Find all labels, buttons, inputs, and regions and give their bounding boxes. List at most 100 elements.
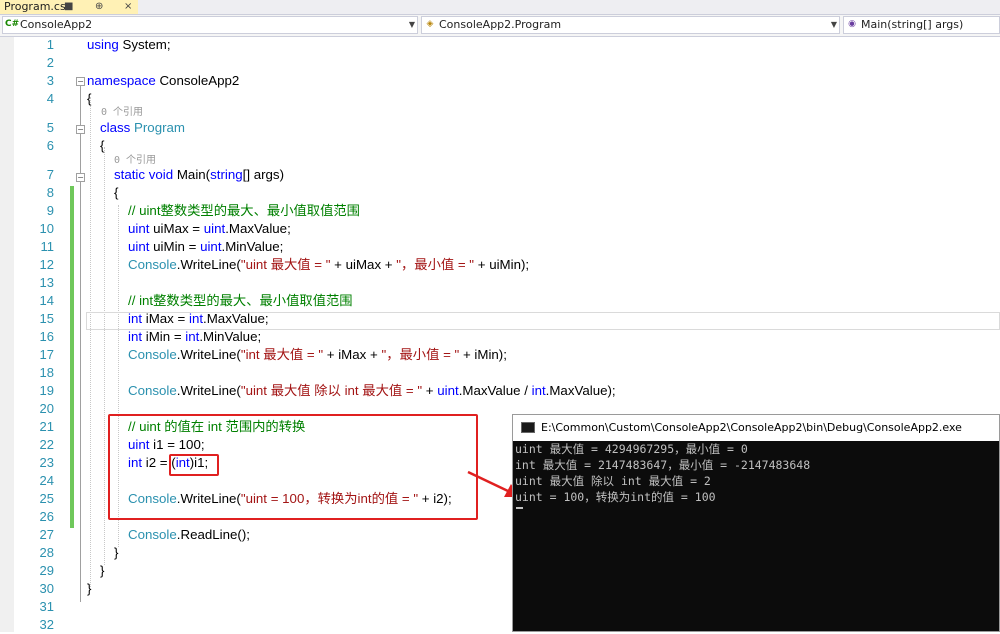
outline-line bbox=[80, 86, 81, 125]
code-token: uint bbox=[200, 239, 222, 254]
collapse-namespace-toggle[interactable]: − bbox=[76, 77, 85, 86]
code-token: ConsoleApp2 bbox=[155, 73, 240, 88]
code-line: // uint整数类型的最大、最小值取值范围 bbox=[128, 202, 360, 220]
line-number: 19 bbox=[39, 383, 54, 398]
code-token: + iMax + bbox=[323, 347, 382, 362]
code-line: int iMin = int.MinValue; bbox=[128, 328, 261, 346]
code-token: + iMin); bbox=[459, 347, 507, 362]
line-number: 25 bbox=[39, 491, 54, 506]
code-line: } bbox=[114, 544, 118, 562]
class-icon: ◈ bbox=[426, 19, 434, 29]
code-token: class bbox=[100, 120, 131, 135]
line-number: 30 bbox=[39, 581, 54, 596]
code-token: .MaxValue); bbox=[545, 383, 616, 398]
code-token: uint bbox=[128, 239, 150, 254]
save-state-icon: ■ bbox=[64, 1, 74, 12]
code-token: // uint整数类型的最大、最小值取值范围 bbox=[128, 203, 360, 218]
code-token: int bbox=[188, 311, 204, 326]
member-dropdown[interactable]: ◉ Main(string[] args) bbox=[843, 16, 1000, 34]
collapse-method-toggle[interactable]: − bbox=[76, 173, 85, 182]
code-token: uint bbox=[437, 383, 459, 398]
line-number: 20 bbox=[39, 401, 54, 416]
console-title-bar[interactable]: E:\Common\Custom\ConsoleApp2\ConsoleApp2… bbox=[513, 415, 999, 441]
console-output[interactable]: uint 最大值 = 4294967295，最小值 = 0 int 最大值 = … bbox=[513, 441, 999, 631]
line-number: 9 bbox=[46, 203, 54, 218]
code-line: { bbox=[87, 90, 91, 108]
line-number: 10 bbox=[39, 221, 54, 236]
codelens-references[interactable]: 0 个引用 bbox=[101, 107, 143, 119]
line-number: 8 bbox=[46, 185, 54, 200]
code-token: } bbox=[87, 581, 92, 596]
pin-icon[interactable]: ⊕ bbox=[95, 0, 103, 14]
method-icon: ◉ bbox=[848, 19, 856, 29]
console-line: int 最大值 = 2147483647，最小值 = -2147483648 bbox=[515, 458, 811, 472]
code-line: namespace ConsoleApp2 bbox=[87, 72, 239, 90]
code-line: { bbox=[100, 137, 104, 155]
outline-line bbox=[80, 182, 81, 602]
tab-title: Program.cs bbox=[4, 0, 66, 13]
code-token: .MaxValue; bbox=[225, 221, 291, 236]
line-number: 3 bbox=[46, 73, 54, 88]
line-number: 7 bbox=[46, 167, 54, 182]
code-token: Console bbox=[128, 527, 177, 542]
code-line: Console.WriteLine("uint 最大值 = " + uiMax … bbox=[128, 256, 529, 274]
indicator-margin bbox=[0, 37, 14, 632]
code-token: { bbox=[100, 138, 105, 153]
code-token: .MinValue; bbox=[221, 239, 284, 254]
line-number: 12 bbox=[39, 257, 54, 272]
close-icon[interactable]: × bbox=[124, 0, 132, 14]
code-line: Console.WriteLine("int 最大值 = " + iMax + … bbox=[128, 346, 507, 364]
code-token: .MinValue; bbox=[199, 329, 262, 344]
console-line: uint = 100，转换为int的值 = 100 bbox=[515, 490, 716, 504]
code-line: } bbox=[87, 580, 91, 598]
chevron-down-icon: ▼ bbox=[830, 20, 837, 29]
line-number: 21 bbox=[39, 419, 54, 434]
code-token: int bbox=[531, 383, 546, 398]
line-number: 2 bbox=[46, 55, 54, 70]
code-line: { bbox=[114, 184, 118, 202]
code-line: int iMax = int.MaxValue; bbox=[128, 310, 269, 328]
line-number: 32 bbox=[39, 617, 54, 632]
code-token: { bbox=[114, 185, 119, 200]
code-token: int bbox=[128, 329, 143, 344]
code-token: static bbox=[114, 167, 146, 182]
code-token: "，最小值 = " bbox=[396, 257, 475, 272]
console-title: E:\Common\Custom\ConsoleApp2\ConsoleApp2… bbox=[541, 421, 962, 434]
code-token: Console bbox=[128, 257, 177, 272]
tab-program-cs[interactable]: Program.cs ■ ⊕ × bbox=[0, 0, 138, 14]
code-token: uint bbox=[203, 221, 226, 236]
line-number: 1 bbox=[46, 37, 54, 52]
code-token: void bbox=[148, 167, 174, 182]
code-line: Console.WriteLine("uint 最大值 除以 int 最大值 =… bbox=[128, 382, 616, 400]
line-number: 24 bbox=[39, 473, 54, 488]
line-number: 17 bbox=[39, 347, 54, 362]
line-number: 13 bbox=[39, 275, 54, 290]
class-dropdown[interactable]: ◈ ConsoleApp2.Program ▼ bbox=[421, 16, 840, 34]
change-indicator-bar bbox=[70, 186, 74, 528]
line-number: 26 bbox=[39, 509, 54, 524]
code-token: + uiMin); bbox=[474, 257, 530, 272]
console-window[interactable]: E:\Common\Custom\ConsoleApp2\ConsoleApp2… bbox=[512, 414, 1000, 632]
outline-line bbox=[80, 134, 81, 173]
indent-guide bbox=[90, 97, 91, 587]
project-dropdown[interactable]: C# ConsoleApp2 ▼ bbox=[2, 16, 418, 34]
line-number: 23 bbox=[39, 455, 54, 470]
line-number: 22 bbox=[39, 437, 54, 452]
line-number: 4 bbox=[46, 91, 54, 106]
code-token: + uiMax + bbox=[330, 257, 397, 272]
collapse-class-toggle[interactable]: − bbox=[76, 125, 85, 134]
code-line: uint uiMin = uint.MinValue; bbox=[128, 238, 283, 256]
code-token: "，最小值 = " bbox=[381, 347, 460, 362]
code-token: System; bbox=[118, 37, 171, 52]
code-token: "uint 最大值 除以 int 最大值 = " bbox=[240, 383, 423, 398]
code-token: using bbox=[87, 37, 119, 52]
code-token: Main( bbox=[173, 167, 211, 182]
project-name: ConsoleApp2 bbox=[20, 18, 93, 31]
code-token: iMax = bbox=[142, 311, 189, 326]
code-token: Program bbox=[134, 120, 185, 135]
code-token: .WriteLine( bbox=[176, 347, 241, 362]
code-token: { bbox=[87, 91, 92, 106]
code-token: uiMin = bbox=[149, 239, 201, 254]
line-number: 6 bbox=[46, 138, 54, 153]
code-token: .MaxValue / bbox=[458, 383, 532, 398]
